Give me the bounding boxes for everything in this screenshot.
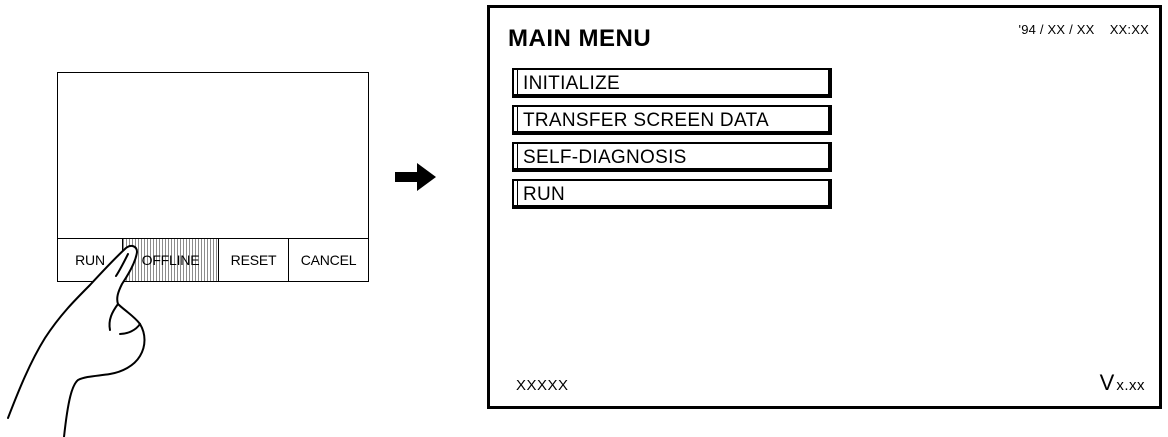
reset-button-label: RESET bbox=[230, 252, 277, 268]
reset-button[interactable]: RESET bbox=[219, 239, 289, 281]
version-readout: Vx.xx bbox=[1100, 370, 1145, 396]
date-time-readout: '94 / XX / XX XX:XX bbox=[1018, 22, 1149, 37]
cancel-button-label: CANCEL bbox=[300, 252, 357, 268]
run-button-label: RUN bbox=[75, 252, 105, 268]
menu-item-run[interactable]: RUN bbox=[512, 179, 832, 209]
menu-list: INITIALIZE TRANSFER SCREEN DATA SELF-DIA… bbox=[512, 68, 832, 216]
footer-code: XXXXX bbox=[516, 377, 569, 394]
menu-item-label: SELF-DIAGNOSIS bbox=[523, 147, 687, 168]
menu-item-transfer-screen-data[interactable]: TRANSFER SCREEN DATA bbox=[512, 105, 832, 135]
menu-item-self-diagnosis[interactable]: SELF-DIAGNOSIS bbox=[512, 142, 832, 172]
small-screen-button-bar: RUN OFFLINE RESET CANCEL bbox=[58, 238, 368, 281]
offline-button[interactable]: OFFLINE bbox=[123, 239, 219, 281]
small-touch-screen: RUN OFFLINE RESET CANCEL bbox=[57, 72, 369, 282]
main-menu-screen: MAIN MENU '94 / XX / XX XX:XX INITIALIZE… bbox=[487, 5, 1162, 409]
right-arrow-icon bbox=[395, 163, 436, 191]
version-prefix: V bbox=[1099, 370, 1115, 395]
run-button[interactable]: RUN bbox=[58, 239, 123, 281]
menu-item-label: RUN bbox=[523, 184, 566, 205]
cancel-button[interactable]: CANCEL bbox=[289, 239, 368, 281]
menu-item-initialize[interactable]: INITIALIZE bbox=[512, 68, 832, 98]
menu-item-label: INITIALIZE bbox=[523, 73, 620, 94]
page-title: MAIN MENU bbox=[508, 25, 652, 52]
menu-item-label: TRANSFER SCREEN DATA bbox=[523, 110, 769, 131]
offline-button-label: OFFLINE bbox=[141, 252, 200, 268]
small-screen-display bbox=[58, 73, 368, 241]
version-number: x.xx bbox=[1116, 377, 1145, 394]
